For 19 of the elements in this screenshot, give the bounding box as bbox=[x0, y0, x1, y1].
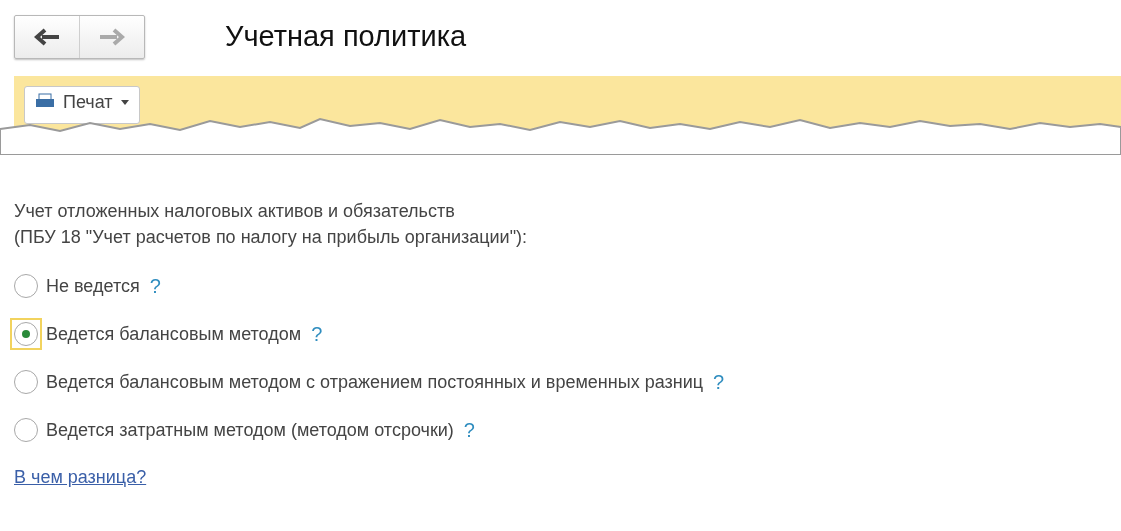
help-link[interactable]: ? bbox=[713, 367, 725, 397]
help-link[interactable]: ? bbox=[149, 271, 161, 301]
radio-button[interactable] bbox=[14, 274, 38, 298]
back-arrow-icon bbox=[34, 28, 60, 46]
print-button[interactable]: Печат bbox=[24, 86, 140, 124]
help-link[interactable]: ? bbox=[463, 415, 475, 445]
section-heading: Учет отложенных налоговых активов и обязательств (ПБУ 18 "Учет расчетов по налогу на прибыль организации"): bbox=[14, 200, 529, 249]
caret-icon bbox=[120, 99, 129, 105]
radio-button[interactable] bbox=[10, 318, 42, 350]
forward-arrow-icon bbox=[99, 28, 125, 46]
help-link[interactable]: ? bbox=[311, 319, 323, 349]
window-title: Учетная политика bbox=[225, 19, 467, 55]
option-label: Ведется балансовым методом bbox=[46, 322, 302, 346]
difference-link[interactable]: В чем разница? bbox=[14, 464, 147, 491]
radio-button[interactable] bbox=[14, 418, 38, 442]
option-label: Не ведется bbox=[46, 274, 140, 298]
option-label: Ведется затратным методом (методом отсрочки) bbox=[46, 418, 454, 442]
option-label: Ведется балансовым методом с отражением постоянных и временных разниц bbox=[46, 370, 704, 394]
radio-button[interactable] bbox=[14, 370, 38, 394]
